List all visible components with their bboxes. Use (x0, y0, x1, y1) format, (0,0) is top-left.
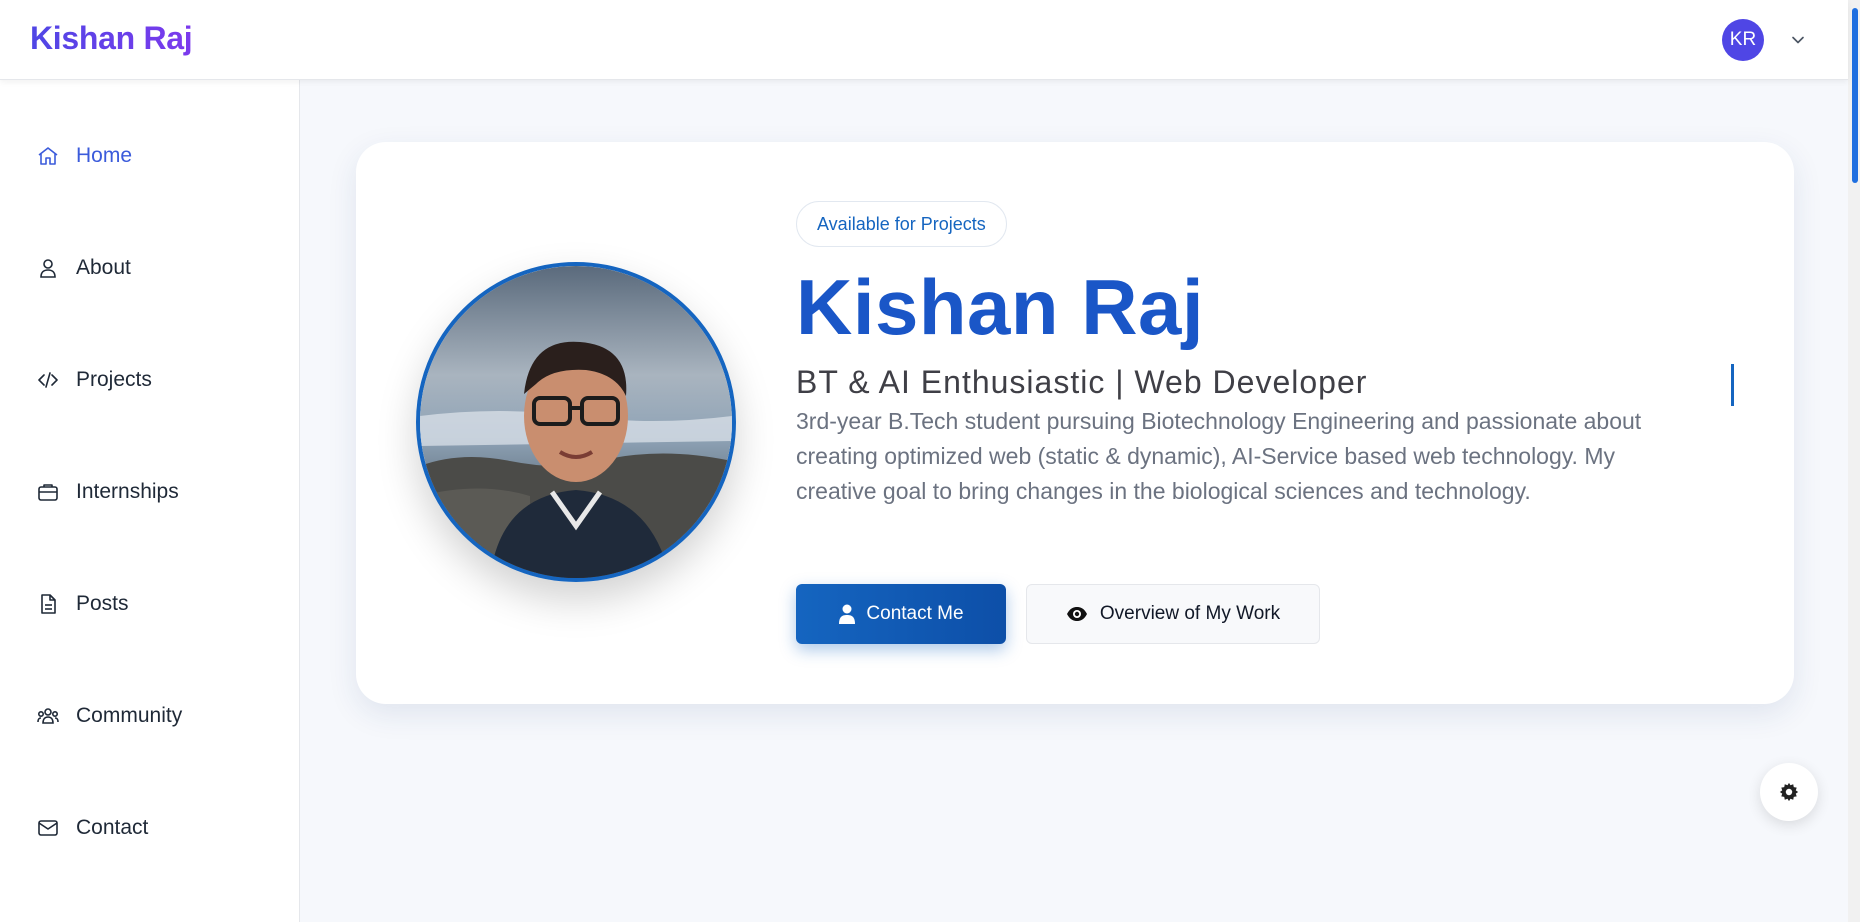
typing-caret (1731, 364, 1734, 406)
hero-card: Available for Projects Kishan Raj BT & A… (356, 142, 1794, 704)
sidebar-item-contact[interactable]: Contact (36, 808, 276, 848)
sidebar-item-internships[interactable]: Internships (36, 472, 276, 512)
page-scrollbar[interactable] (1848, 0, 1860, 922)
home-icon (38, 147, 58, 165)
sidebar-item-label: Contact (76, 816, 149, 839)
users-icon (37, 708, 59, 724)
availability-badge: Available for Projects (796, 201, 1007, 247)
user-icon (839, 604, 856, 624)
sidebar-item-label: Projects (76, 368, 152, 391)
sidebar-item-home[interactable]: Home (36, 136, 276, 176)
sidebar-item-label: About (76, 256, 131, 279)
sidebar-item-community[interactable]: Community (36, 696, 276, 736)
profile-photo-illustration (420, 266, 732, 578)
sidebar-item-label: Posts (76, 592, 129, 615)
chevron-down-icon[interactable] (1788, 30, 1808, 50)
gear-icon (1779, 782, 1799, 802)
hero-description: 3rd-year B.Tech student pursuing Biotech… (796, 408, 1642, 504)
top-bar: Kishan Raj KR (0, 0, 1848, 80)
profile-photo (416, 262, 736, 582)
code-icon (38, 372, 58, 388)
scrollbar-thumb[interactable] (1852, 8, 1858, 183)
hero-role: BT & AI Enthusiastic | Web Developer (796, 364, 1368, 400)
sidebar-item-label: Home (76, 144, 133, 167)
sidebar-item-label: Internships (76, 480, 179, 503)
brand-logo[interactable]: Kishan Raj (30, 20, 193, 57)
document-icon (41, 594, 56, 614)
sidebar-item-projects[interactable]: Projects (36, 360, 276, 400)
contact-me-label: Contact Me (866, 603, 964, 624)
user-icon (40, 259, 56, 278)
eye-icon (1066, 607, 1087, 621)
contact-me-button[interactable]: Contact Me (796, 584, 1006, 644)
sidebar: Home About Projects Internships Posts Co… (0, 80, 300, 922)
sidebar-item-posts[interactable]: Posts (36, 584, 276, 624)
mail-icon (38, 820, 58, 836)
sidebar-item-label: Community (76, 704, 183, 727)
overview-work-button[interactable]: Overview of My Work (1026, 584, 1320, 644)
avatar[interactable]: KR (1722, 19, 1764, 61)
overview-work-label: Overview of My Work (1099, 603, 1281, 624)
hero-name: Kishan Raj (796, 263, 1205, 351)
briefcase-icon (38, 484, 58, 501)
sidebar-item-about[interactable]: About (36, 248, 276, 288)
theme-toggle-button[interactable] (1760, 763, 1818, 821)
